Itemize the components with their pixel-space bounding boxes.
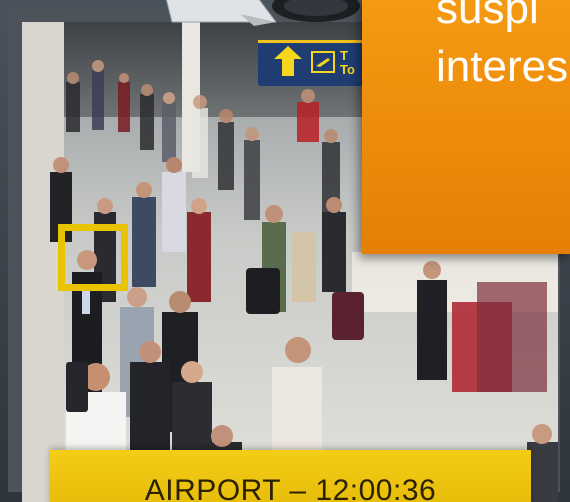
svg-text:To: To (340, 62, 355, 77)
orange-callout-box: suspi interes (362, 0, 570, 254)
callout-text: suspi interes (436, 0, 569, 91)
directional-sign: T To (258, 40, 368, 86)
rolling-suitcase (332, 292, 364, 340)
location-timestamp-banner: AIRPORT – 12:00:36 (50, 450, 531, 502)
face-detection-box (58, 224, 128, 291)
rolling-suitcase (66, 362, 88, 412)
location-timestamp-text: AIRPORT – 12:00:36 (144, 474, 437, 502)
slide-canvas: T To suspi interes AIRPORT – 12:00:36 (0, 0, 570, 502)
svg-text:T: T (340, 48, 348, 63)
rolling-suitcase (246, 268, 280, 314)
security-camera-icon (165, 0, 362, 26)
